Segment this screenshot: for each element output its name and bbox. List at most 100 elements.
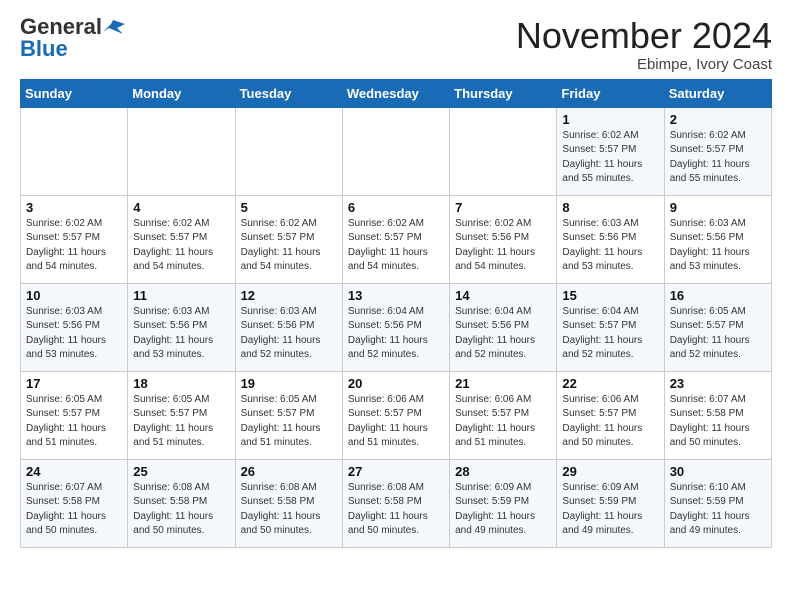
logo-bird-icon (103, 18, 125, 36)
day-number: 25 (133, 464, 229, 479)
day-number: 28 (455, 464, 551, 479)
day-number: 3 (26, 200, 122, 215)
day-cell: 20 Sunrise: 6:06 AM Sunset: 5:57 PM Dayli… (342, 371, 449, 459)
day-info: Sunrise: 6:03 AM Sunset: 5:56 PM Dayligh… (26, 305, 122, 363)
day-number: 17 (26, 376, 122, 391)
day-number: 13 (348, 288, 444, 303)
day-info: Sunrise: 6:10 AM Sunset: 5:59 PM Dayligh… (670, 481, 766, 539)
day-cell (342, 107, 449, 195)
day-cell: 7Sunrise: 6:02 AM Sunset: 5:56 PM Daylig… (450, 195, 557, 283)
day-number: 9 (670, 200, 766, 215)
day-info: Sunrise: 6:05 AM Sunset: 5:57 PM Dayligh… (133, 393, 229, 451)
week-row-5: 24 Sunrise: 6:07 AM Sunset: 5:58 PM Dayli… (21, 459, 772, 547)
day-cell: 28 Sunrise: 6:09 AM Sunset: 5:59 PM Dayli… (450, 459, 557, 547)
title-block: November 2024 Ebimpe, Ivory Coast (516, 16, 772, 73)
day-cell: 18 Sunrise: 6:05 AM Sunset: 5:57 PM Dayli… (128, 371, 235, 459)
day-number: 19 (241, 376, 337, 391)
month-title: November 2024 (516, 16, 772, 56)
day-info: Sunrise: 6:06 AM Sunset: 5:57 PM Dayligh… (348, 393, 444, 451)
weekday-header-wednesday: Wednesday (342, 79, 449, 107)
day-number: 21 (455, 376, 551, 391)
day-info: Sunrise: 6:03 AM Sunset: 5:56 PM Dayligh… (670, 217, 766, 275)
day-number: 23 (670, 376, 766, 391)
day-info: Sunrise: 6:02 AM Sunset: 5:57 PM Dayligh… (670, 129, 766, 187)
day-number: 5 (241, 200, 337, 215)
calendar-table: SundayMondayTuesdayWednesdayThursdayFrid… (20, 79, 772, 548)
day-info: Sunrise: 6:02 AM Sunset: 5:57 PM Dayligh… (562, 129, 658, 187)
day-info: Sunrise: 6:03 AM Sunset: 5:56 PM Dayligh… (133, 305, 229, 363)
day-info: Sunrise: 6:08 AM Sunset: 5:58 PM Dayligh… (241, 481, 337, 539)
day-cell: 26Sunrise: 6:08 AM Sunset: 5:58 PM Dayli… (235, 459, 342, 547)
weekday-header-sunday: Sunday (21, 79, 128, 107)
day-info: Sunrise: 6:02 AM Sunset: 5:56 PM Dayligh… (455, 217, 551, 275)
day-info: Sunrise: 6:09 AM Sunset: 5:59 PM Dayligh… (455, 481, 551, 539)
weekday-header-saturday: Saturday (664, 79, 771, 107)
day-number: 1 (562, 112, 658, 127)
day-info: Sunrise: 6:03 AM Sunset: 5:56 PM Dayligh… (241, 305, 337, 363)
day-number: 10 (26, 288, 122, 303)
day-cell: 6Sunrise: 6:02 AM Sunset: 5:57 PM Daylig… (342, 195, 449, 283)
day-info: Sunrise: 6:02 AM Sunset: 5:57 PM Dayligh… (133, 217, 229, 275)
day-info: Sunrise: 6:04 AM Sunset: 5:56 PM Dayligh… (348, 305, 444, 363)
day-number: 14 (455, 288, 551, 303)
day-cell (450, 107, 557, 195)
day-cell: 8 Sunrise: 6:03 AM Sunset: 5:56 PM Daylig… (557, 195, 664, 283)
day-number: 2 (670, 112, 766, 127)
day-cell: 10 Sunrise: 6:03 AM Sunset: 5:56 PM Dayli… (21, 283, 128, 371)
location: Ebimpe, Ivory Coast (516, 56, 772, 73)
day-number: 15 (562, 288, 658, 303)
day-info: Sunrise: 6:05 AM Sunset: 5:57 PM Dayligh… (670, 305, 766, 363)
week-row-2: 3 Sunrise: 6:02 AM Sunset: 5:57 PM Daylig… (21, 195, 772, 283)
weekday-header-row: SundayMondayTuesdayWednesdayThursdayFrid… (21, 79, 772, 107)
day-cell: 16 Sunrise: 6:05 AM Sunset: 5:57 PM Dayli… (664, 283, 771, 371)
logo-blue-text: Blue (20, 38, 68, 60)
day-number: 20 (348, 376, 444, 391)
day-cell: 3 Sunrise: 6:02 AM Sunset: 5:57 PM Daylig… (21, 195, 128, 283)
day-number: 4 (133, 200, 229, 215)
day-number: 18 (133, 376, 229, 391)
day-cell: 5 Sunrise: 6:02 AM Sunset: 5:57 PM Daylig… (235, 195, 342, 283)
weekday-header-thursday: Thursday (450, 79, 557, 107)
day-cell: 4 Sunrise: 6:02 AM Sunset: 5:57 PM Daylig… (128, 195, 235, 283)
day-info: Sunrise: 6:08 AM Sunset: 5:58 PM Dayligh… (133, 481, 229, 539)
day-info: Sunrise: 6:07 AM Sunset: 5:58 PM Dayligh… (26, 481, 122, 539)
day-cell: 15 Sunrise: 6:04 AM Sunset: 5:57 PM Dayli… (557, 283, 664, 371)
day-info: Sunrise: 6:09 AM Sunset: 5:59 PM Dayligh… (562, 481, 658, 539)
day-number: 24 (26, 464, 122, 479)
week-row-3: 10 Sunrise: 6:03 AM Sunset: 5:56 PM Dayli… (21, 283, 772, 371)
weekday-header-monday: Monday (128, 79, 235, 107)
day-info: Sunrise: 6:03 AM Sunset: 5:56 PM Dayligh… (562, 217, 658, 275)
day-cell (128, 107, 235, 195)
weekday-header-tuesday: Tuesday (235, 79, 342, 107)
day-number: 11 (133, 288, 229, 303)
day-number: 22 (562, 376, 658, 391)
day-number: 8 (562, 200, 658, 215)
day-cell (235, 107, 342, 195)
day-cell: 19 Sunrise: 6:05 AM Sunset: 5:57 PM Dayli… (235, 371, 342, 459)
day-info: Sunrise: 6:04 AM Sunset: 5:57 PM Dayligh… (562, 305, 658, 363)
day-number: 16 (670, 288, 766, 303)
day-info: Sunrise: 6:07 AM Sunset: 5:58 PM Dayligh… (670, 393, 766, 451)
day-cell: 1 Sunrise: 6:02 AM Sunset: 5:57 PM Daylig… (557, 107, 664, 195)
day-info: Sunrise: 6:02 AM Sunset: 5:57 PM Dayligh… (241, 217, 337, 275)
day-cell: 17 Sunrise: 6:05 AM Sunset: 5:57 PM Dayli… (21, 371, 128, 459)
day-info: Sunrise: 6:04 AM Sunset: 5:56 PM Dayligh… (455, 305, 551, 363)
week-row-4: 17 Sunrise: 6:05 AM Sunset: 5:57 PM Dayli… (21, 371, 772, 459)
day-info: Sunrise: 6:02 AM Sunset: 5:57 PM Dayligh… (26, 217, 122, 275)
day-cell: 11 Sunrise: 6:03 AM Sunset: 5:56 PM Dayli… (128, 283, 235, 371)
week-row-1: 1 Sunrise: 6:02 AM Sunset: 5:57 PM Daylig… (21, 107, 772, 195)
day-cell: 14 Sunrise: 6:04 AM Sunset: 5:56 PM Dayli… (450, 283, 557, 371)
day-cell: 29 Sunrise: 6:09 AM Sunset: 5:59 PM Dayli… (557, 459, 664, 547)
day-info: Sunrise: 6:05 AM Sunset: 5:57 PM Dayligh… (26, 393, 122, 451)
day-number: 30 (670, 464, 766, 479)
day-cell: 24 Sunrise: 6:07 AM Sunset: 5:58 PM Dayli… (21, 459, 128, 547)
logo: General Blue (20, 16, 126, 60)
day-info: Sunrise: 6:08 AM Sunset: 5:58 PM Dayligh… (348, 481, 444, 539)
day-number: 27 (348, 464, 444, 479)
day-number: 29 (562, 464, 658, 479)
day-cell: 25 Sunrise: 6:08 AM Sunset: 5:58 PM Dayli… (128, 459, 235, 547)
day-cell: 21Sunrise: 6:06 AM Sunset: 5:57 PM Dayli… (450, 371, 557, 459)
day-info: Sunrise: 6:05 AM Sunset: 5:57 PM Dayligh… (241, 393, 337, 451)
day-cell: 22Sunrise: 6:06 AM Sunset: 5:57 PM Dayli… (557, 371, 664, 459)
day-cell: 27 Sunrise: 6:08 AM Sunset: 5:58 PM Dayli… (342, 459, 449, 547)
